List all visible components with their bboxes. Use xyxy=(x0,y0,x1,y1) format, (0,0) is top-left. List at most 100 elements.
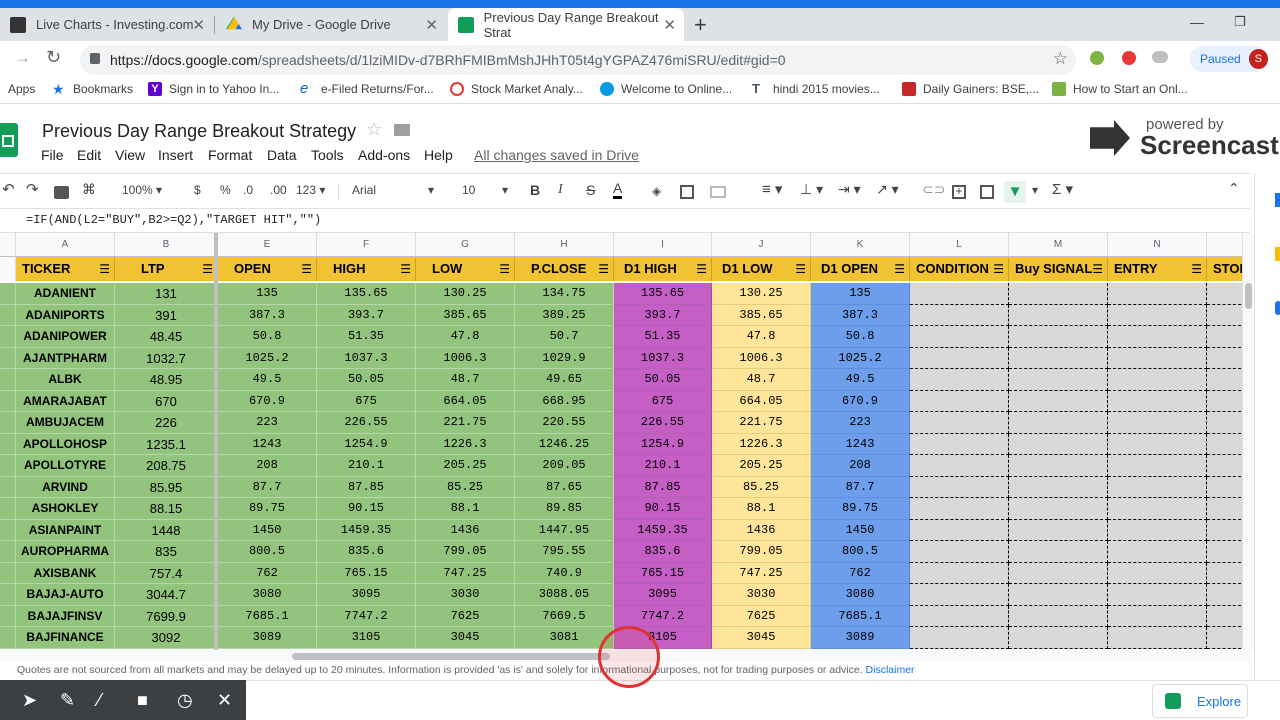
text-color-button[interactable]: A xyxy=(613,180,623,199)
table-cell[interactable]: 1025.2 xyxy=(218,347,317,369)
header-cell[interactable]: D1 OPEN ☰ xyxy=(811,257,910,281)
filter-icon[interactable]: ☰ xyxy=(598,257,609,281)
table-cell[interactable]: 49.5 xyxy=(811,369,910,391)
table-cell[interactable] xyxy=(910,326,1009,348)
table-cell[interactable]: 1436 xyxy=(712,519,811,541)
table-cell[interactable] xyxy=(1009,455,1108,477)
table-cell[interactable]: 670.9 xyxy=(811,390,910,412)
row-number[interactable] xyxy=(0,541,16,563)
table-cell[interactable]: 89.75 xyxy=(811,498,910,520)
table-cell[interactable] xyxy=(1108,627,1207,649)
table-cell[interactable]: 88.15 xyxy=(115,498,218,520)
align-icon[interactable]: ≡ ▾ xyxy=(762,180,782,198)
table-cell[interactable] xyxy=(1108,347,1207,369)
table-cell[interactable]: AJANTPHARM xyxy=(16,347,115,369)
header-cell[interactable]: D1 HIGH ☰ xyxy=(614,257,712,281)
table-cell[interactable] xyxy=(910,562,1009,584)
table-cell[interactable] xyxy=(1108,433,1207,455)
column-header[interactable] xyxy=(1207,233,1242,257)
table-cell[interactable]: 747.25 xyxy=(416,562,515,584)
row-number[interactable] xyxy=(0,257,16,281)
table-cell[interactable] xyxy=(1009,283,1108,305)
percent-button[interactable]: % xyxy=(220,183,231,197)
bookmark-yahoo[interactable]: Y Sign in to Yahoo In... xyxy=(148,82,279,96)
menu-view[interactable]: View xyxy=(115,147,145,163)
table-cell[interactable] xyxy=(910,304,1009,326)
tasks-icon[interactable] xyxy=(1275,301,1280,315)
collapse-toolbar-icon[interactable]: ⌃ xyxy=(1228,180,1240,197)
table-cell[interactable]: 226.55 xyxy=(317,412,416,434)
table-cell[interactable] xyxy=(1009,541,1108,563)
table-cell[interactable] xyxy=(1108,283,1207,305)
menu-data[interactable]: Data xyxy=(267,147,297,163)
filter-icon[interactable]: ☰ xyxy=(99,257,110,281)
table-cell[interactable]: 1254.9 xyxy=(317,433,416,455)
table-cell[interactable]: 135 xyxy=(811,283,910,305)
table-cell[interactable]: 1029.9 xyxy=(515,347,614,369)
merge-cells-icon[interactable] xyxy=(710,186,726,198)
table-cell[interactable]: 85.25 xyxy=(416,476,515,498)
zoom-select[interactable]: 100% ▾ xyxy=(122,183,162,197)
explore-button[interactable]: Explore xyxy=(1152,684,1248,718)
table-cell[interactable]: 1447.95 xyxy=(515,519,614,541)
bookmark-efiled[interactable]: e e-Filed Returns/For... xyxy=(300,81,434,96)
timer-icon[interactable]: ◷ xyxy=(177,690,193,711)
table-cell[interactable]: 1226.3 xyxy=(416,433,515,455)
header-cell[interactable]: Buy SIGNAL ☰ xyxy=(1009,257,1108,281)
column-header[interactable]: L xyxy=(910,233,1009,257)
table-cell[interactable]: 135.65 xyxy=(317,283,416,305)
table-cell[interactable]: 1006.3 xyxy=(712,347,811,369)
table-cell[interactable]: 209.05 xyxy=(515,455,614,477)
table-cell[interactable]: 87.65 xyxy=(515,476,614,498)
table-cell[interactable]: ALBK xyxy=(16,369,115,391)
table-cell[interactable]: 3030 xyxy=(712,584,811,606)
table-cell[interactable]: BAJAJFINSV xyxy=(16,605,115,627)
menu-file[interactable]: File xyxy=(41,147,64,163)
table-cell[interactable]: 85.25 xyxy=(712,476,811,498)
restore-icon[interactable]: ❐ xyxy=(1234,14,1246,30)
table-cell[interactable]: 1226.3 xyxy=(712,433,811,455)
table-cell[interactable]: 747.25 xyxy=(712,562,811,584)
filter-icon[interactable]: ☰ xyxy=(1092,257,1103,281)
table-cell[interactable]: 1254.9 xyxy=(614,433,712,455)
table-cell[interactable]: 223 xyxy=(218,412,317,434)
table-cell[interactable]: 7747.2 xyxy=(614,605,712,627)
table-cell[interactable]: 49.5 xyxy=(218,369,317,391)
menu-addons[interactable]: Add-ons xyxy=(358,147,410,163)
table-cell[interactable]: 1246.25 xyxy=(515,433,614,455)
table-cell[interactable] xyxy=(1207,390,1242,412)
table-cell[interactable]: 223 xyxy=(811,412,910,434)
table-cell[interactable] xyxy=(910,627,1009,649)
table-cell[interactable] xyxy=(1108,390,1207,412)
table-cell[interactable]: 89.85 xyxy=(515,498,614,520)
table-cell[interactable]: 799.05 xyxy=(712,541,811,563)
sheets-logo-icon[interactable] xyxy=(0,123,18,157)
table-cell[interactable]: 670 xyxy=(115,390,218,412)
table-cell[interactable]: 210.1 xyxy=(614,455,712,477)
menu-tools[interactable]: Tools xyxy=(311,147,344,163)
table-cell[interactable]: 221.75 xyxy=(416,412,515,434)
row-number[interactable] xyxy=(0,369,16,391)
filter-icon[interactable]: ☰ xyxy=(894,257,905,281)
bookmark-welcome[interactable]: Welcome to Online... xyxy=(600,82,732,96)
row-number[interactable] xyxy=(0,627,16,649)
address-bar[interactable]: https://docs.google.com/spreadsheets/d/1… xyxy=(80,45,1076,75)
table-cell[interactable]: 208.75 xyxy=(115,455,218,477)
table-cell[interactable]: 50.8 xyxy=(811,326,910,348)
filter-icon[interactable]: ☰ xyxy=(301,257,312,281)
table-cell[interactable]: 385.65 xyxy=(712,304,811,326)
table-cell[interactable] xyxy=(1108,476,1207,498)
column-header[interactable]: M xyxy=(1009,233,1108,257)
undo-icon[interactable]: ↶ xyxy=(2,180,15,198)
new-tab-icon[interactable]: + xyxy=(694,12,707,38)
table-cell[interactable]: 130.25 xyxy=(712,283,811,305)
table-cell[interactable]: AXISBANK xyxy=(16,562,115,584)
table-cell[interactable] xyxy=(1207,455,1242,477)
italic-button[interactable]: I xyxy=(558,182,563,198)
table-cell[interactable]: 757.4 xyxy=(115,562,218,584)
text-rotate-icon[interactable]: ↗ ▾ xyxy=(876,181,899,198)
menu-help[interactable]: Help xyxy=(424,147,453,163)
table-cell[interactable]: 1037.3 xyxy=(317,347,416,369)
table-cell[interactable]: 389.25 xyxy=(515,304,614,326)
column-header[interactable]: B xyxy=(115,233,218,257)
